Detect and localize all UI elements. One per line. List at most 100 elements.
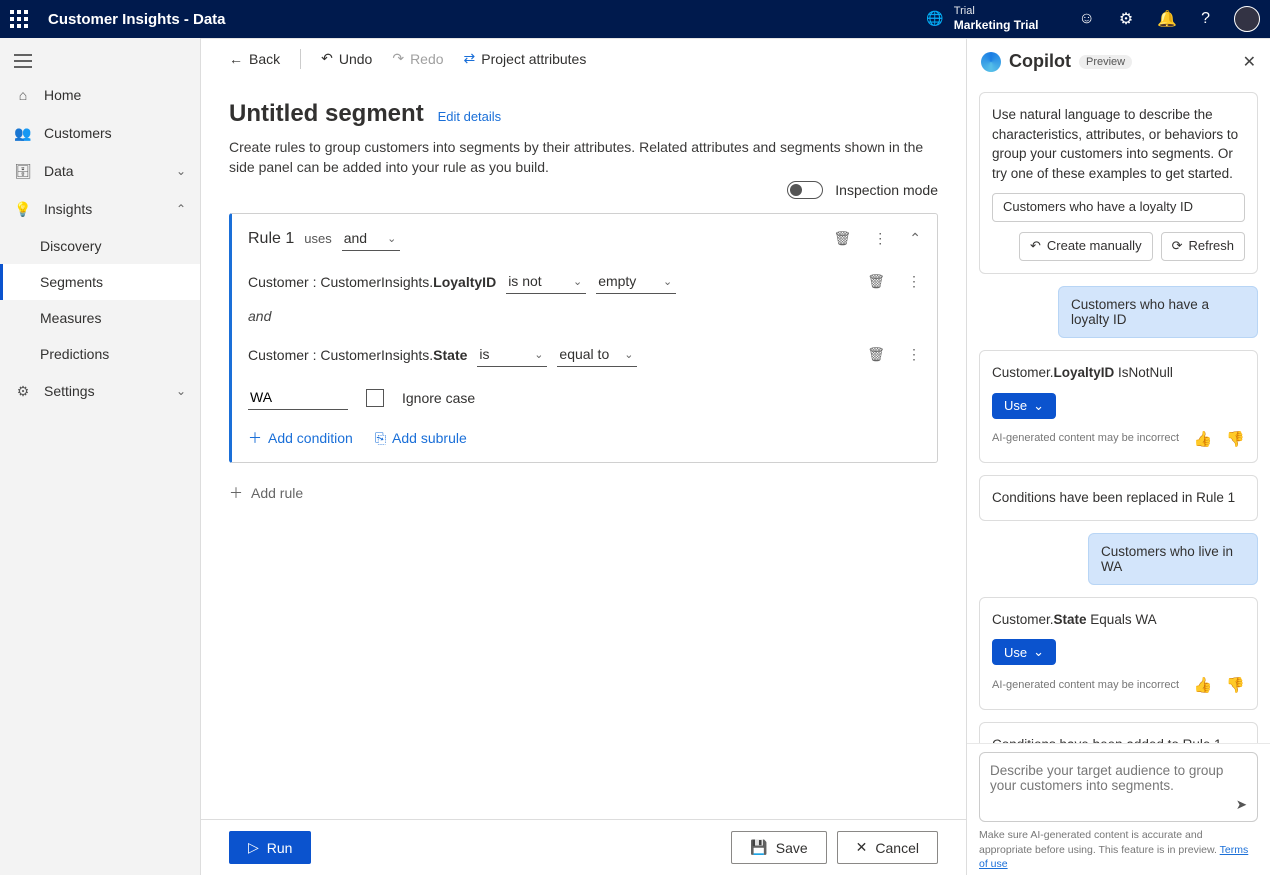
cancel-button[interactable]: ✕ Cancel (837, 831, 938, 864)
chevron-down-icon: ⌄ (1033, 398, 1044, 414)
more-icon[interactable]: ⋮ (907, 273, 921, 290)
delete-rule-icon[interactable]: 🗑 (833, 230, 851, 247)
sidebar-item-label: Predictions (40, 346, 109, 362)
create-manually-button[interactable]: ↶ Create manually (1019, 232, 1153, 261)
chevron-down-icon: ⌄ (573, 275, 582, 288)
sidebar-item-discovery[interactable]: Discovery (0, 228, 200, 264)
main-content: ← Back ↶ Undo ↷ Redo ⇄ Project attribute… (201, 38, 966, 875)
project-label: Project attributes (481, 51, 586, 67)
suggestion-pill[interactable]: Customers who have a loyalty ID (992, 193, 1245, 222)
sidebar-item-label: Insights (44, 201, 92, 217)
brand-title: Customer Insights - Data (48, 11, 226, 28)
home-icon: ⌂ (14, 86, 32, 104)
add-condition-button[interactable]: ＋ Add condition (248, 428, 353, 448)
refresh-button[interactable]: ⟳ Refresh (1161, 232, 1245, 261)
app-launcher-icon[interactable] (10, 10, 28, 28)
help-icon[interactable]: ? (1201, 10, 1210, 28)
ignore-case-checkbox[interactable] (366, 389, 384, 407)
sidebar-item-label: Home (44, 87, 81, 103)
add-subrule-label: Add subrule (392, 430, 467, 446)
add-rule-label: Add rule (251, 485, 303, 501)
gear-icon[interactable]: ⚙ (1119, 9, 1133, 29)
save-button[interactable]: 💾 Save (731, 831, 826, 864)
edit-details-link[interactable]: Edit details (438, 109, 502, 124)
sidebar-item-insights[interactable]: 💡 Insights ⌃ (0, 190, 200, 228)
collapse-icon[interactable]: ⌃ (909, 230, 921, 247)
copilot-response-card: Customer.LoyaltyID IsNotNull Use ⌄ AI-ge… (979, 350, 1258, 463)
redo-label: Redo (410, 51, 443, 67)
cancel-label: Cancel (875, 840, 919, 856)
redo-button[interactable]: ↷ Redo (384, 44, 451, 73)
more-icon[interactable]: ⋮ (873, 230, 887, 247)
hamburger-icon[interactable] (0, 46, 200, 76)
response-expression: Customer.LoyaltyID IsNotNull (992, 363, 1245, 383)
value-select[interactable]: empty⌄ (596, 269, 676, 294)
delete-condition-icon[interactable]: 🗑 (867, 346, 885, 363)
add-subrule-button[interactable]: ⎘ Add subrule (375, 428, 467, 448)
thumbs-down-icon[interactable]: 👎 (1226, 429, 1245, 451)
sidebar-item-segments[interactable]: Segments (0, 264, 200, 300)
run-label: Run (267, 840, 293, 856)
status-card: Conditions have been added to Rule 1 (979, 722, 1258, 743)
undo-button[interactable]: ↶ Undo (313, 44, 380, 73)
prompt-input[interactable]: Describe your target audience to group y… (979, 752, 1258, 822)
inspection-toggle[interactable] (787, 181, 823, 199)
uses-label: uses (304, 231, 331, 246)
globe-icon[interactable]: 🌐 (926, 10, 943, 27)
project-attributes-button[interactable]: ⇄ Project attributes (456, 44, 595, 73)
sidebar-item-home[interactable]: ⌂ Home (0, 76, 200, 114)
user-message: Customers who live in WA (1088, 533, 1258, 585)
thumbs-down-icon[interactable]: 👎 (1226, 675, 1245, 697)
sidebar-item-label: Measures (40, 310, 101, 326)
close-icon[interactable]: ✕ (1243, 52, 1256, 72)
logic-select[interactable]: and ⌄ (342, 226, 401, 251)
use-button[interactable]: Use ⌄ (992, 393, 1056, 419)
environment-picker[interactable]: Trial Marketing Trial (954, 5, 1039, 33)
back-label: Back (249, 51, 280, 67)
bell-icon[interactable]: 🔔 (1157, 9, 1177, 29)
operator-select[interactable]: is⌄ (477, 342, 547, 367)
copilot-intro-card: Use natural language to describe the cha… (979, 92, 1258, 274)
sidebar-item-data[interactable]: 🗄 Data ⌄ (0, 152, 200, 190)
top-bar: Customer Insights - Data 🌐 Trial Marketi… (0, 0, 1270, 38)
avatar[interactable] (1234, 6, 1260, 32)
value-select[interactable]: equal to⌄ (557, 342, 637, 367)
add-rule-button[interactable]: ＋ Add rule (229, 483, 938, 503)
intro-text: Use natural language to describe the cha… (992, 105, 1245, 183)
redo-icon: ↷ (392, 50, 404, 67)
sidebar-item-customers[interactable]: 👥 Customers (0, 114, 200, 152)
sidebar-item-settings[interactable]: ⚙ Settings ⌄ (0, 372, 200, 410)
attribute-label: Customer : CustomerInsights.LoyaltyID (248, 274, 496, 290)
ignore-case-label: Ignore case (402, 390, 475, 406)
more-icon[interactable]: ⋮ (907, 346, 921, 363)
refresh-label: Refresh (1188, 237, 1234, 256)
value-input[interactable] (248, 385, 348, 410)
save-label: Save (776, 840, 808, 856)
send-icon[interactable]: ➤ (1236, 797, 1247, 813)
use-button[interactable]: Use ⌄ (992, 639, 1056, 665)
smile-icon[interactable]: ☺ (1078, 10, 1094, 28)
save-icon: 💾 (750, 839, 767, 856)
chevron-down-icon: ⌄ (176, 384, 186, 398)
delete-condition-icon[interactable]: 🗑 (867, 273, 885, 290)
plus-icon: ＋ (248, 428, 262, 448)
undo-icon: ↶ (321, 50, 333, 67)
use-label: Use (1004, 645, 1027, 660)
run-button[interactable]: ▷ Run (229, 831, 311, 864)
sidebar-item-measures[interactable]: Measures (0, 300, 200, 336)
play-icon: ▷ (248, 839, 259, 856)
chevron-down-icon: ⌄ (534, 348, 543, 361)
sidebar: ⌂ Home 👥 Customers 🗄 Data ⌄ 💡 Insights ⌃… (0, 38, 201, 875)
sidebar-item-label: Discovery (40, 238, 101, 254)
attribute-label: Customer : CustomerInsights.State (248, 347, 467, 363)
thumbs-up-icon[interactable]: 👍 (1194, 429, 1213, 451)
divider (300, 49, 301, 69)
thumbs-up-icon[interactable]: 👍 (1194, 675, 1213, 697)
project-icon: ⇄ (464, 50, 476, 67)
operator-select[interactable]: is not⌄ (506, 269, 586, 294)
trial-name: Marketing Trial (954, 18, 1039, 32)
back-button[interactable]: ← Back (221, 45, 288, 73)
response-expression: Customer.State Equals WA (992, 610, 1245, 630)
sidebar-item-predictions[interactable]: Predictions (0, 336, 200, 372)
footer: ▷ Run 💾 Save ✕ Cancel (201, 819, 966, 875)
